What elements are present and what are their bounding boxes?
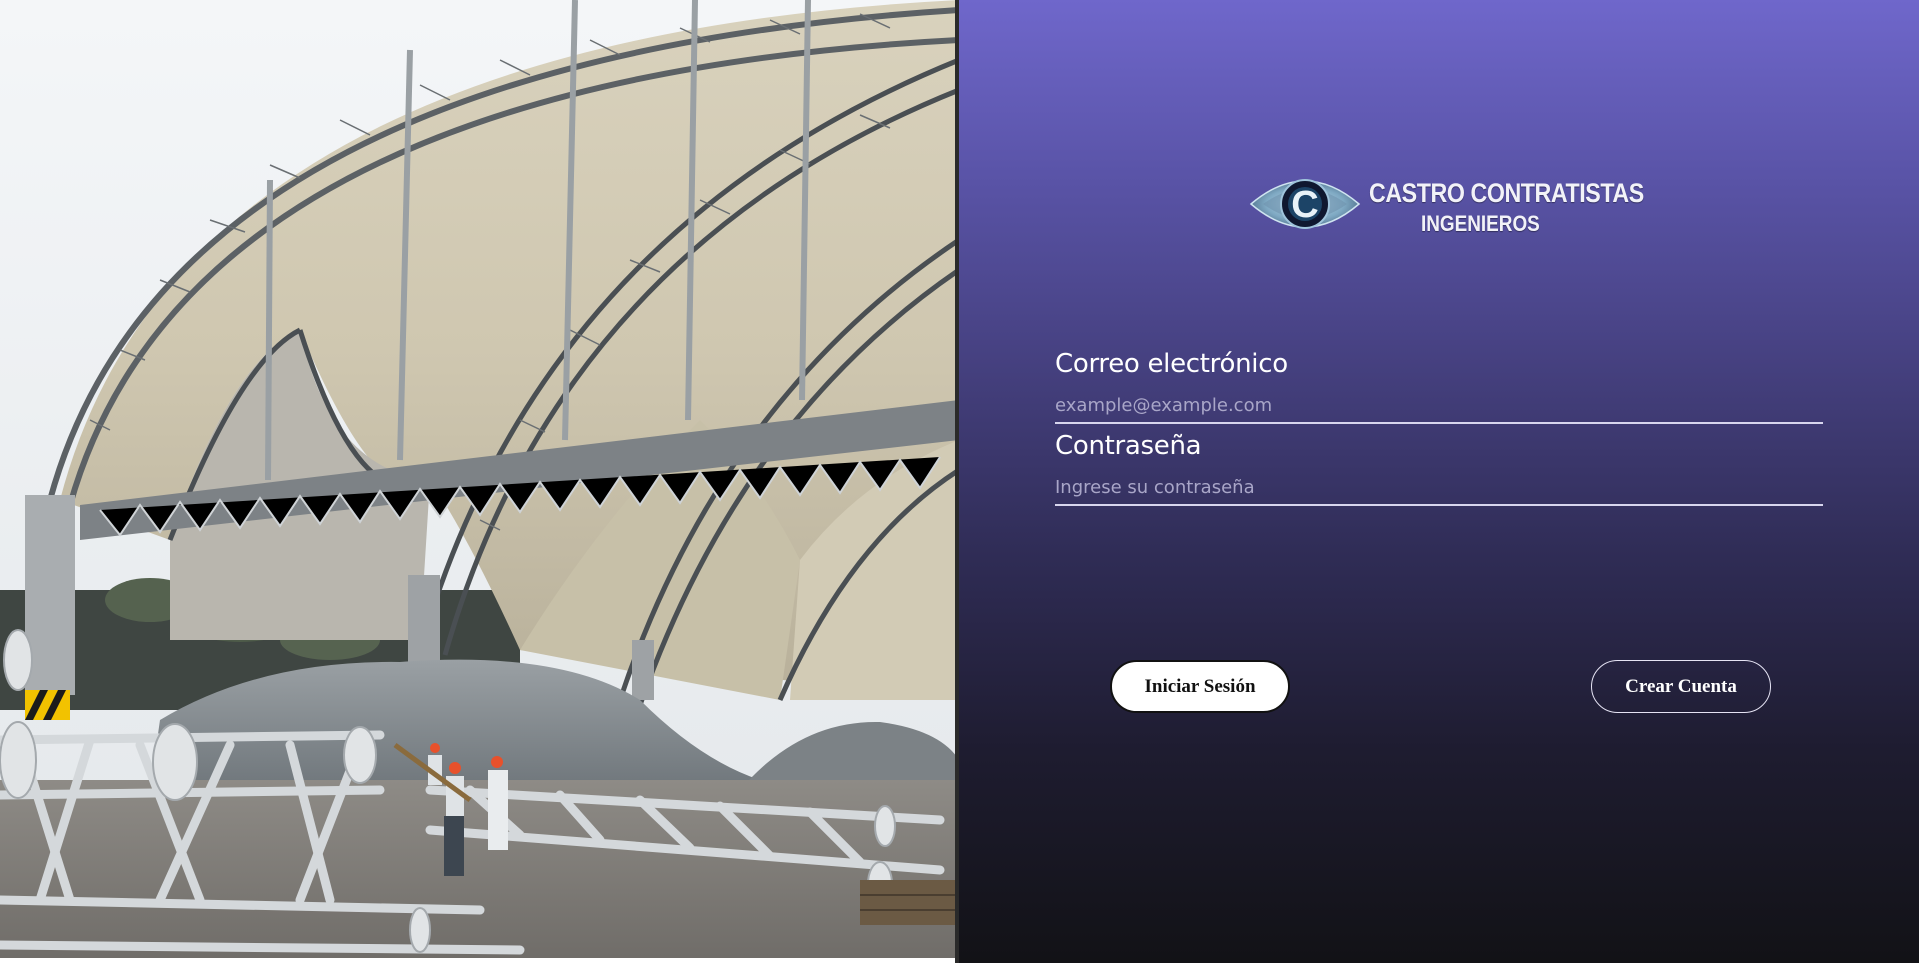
login-form: Correo electrónico Contraseña (1055, 344, 1823, 506)
login-page: C CASTRO CONTRATISTAS INGENIEROS Correo … (0, 0, 1919, 963)
email-label: Correo electrónico (1055, 349, 1288, 379)
email-field[interactable] (1055, 388, 1823, 424)
company-logo: C CASTRO CONTRATISTAS INGENIEROS (1249, 168, 1649, 242)
password-field[interactable] (1055, 470, 1823, 506)
create-account-button[interactable]: Crear Cuenta (1591, 660, 1771, 713)
brand-subtitle: INGENIEROS (1421, 211, 1540, 236)
brand-name: CASTRO CONTRATISTAS (1369, 178, 1644, 208)
castro-c-emblem-icon: C (1249, 179, 1361, 229)
password-label: Contraseña (1055, 431, 1202, 461)
steel-structure-illustration (0, 0, 959, 963)
login-panel: C CASTRO CONTRATISTAS INGENIEROS Correo … (959, 0, 1919, 963)
emblem-letter: C (1291, 184, 1318, 226)
hero-photo (0, 0, 959, 963)
login-button[interactable]: Iniciar Sesión (1110, 660, 1290, 713)
